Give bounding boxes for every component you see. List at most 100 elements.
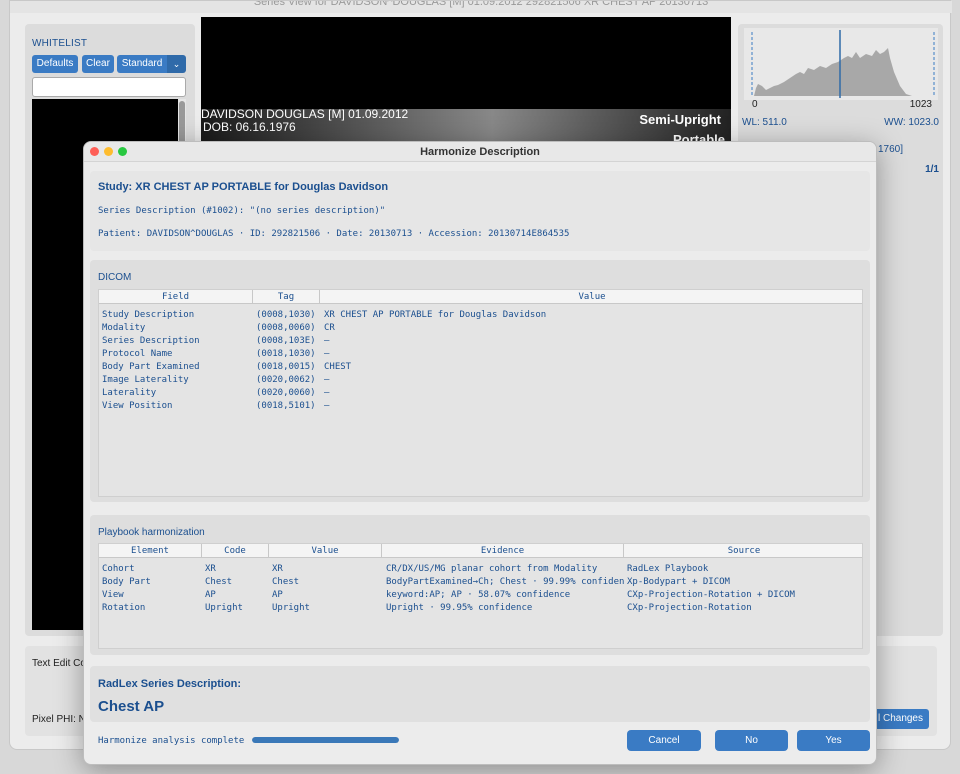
- code-cell: XR: [205, 564, 216, 574]
- table-row[interactable]: Protocol Name (0018,1030) —: [99, 348, 862, 361]
- playbook-label: Playbook harmonization: [98, 527, 205, 538]
- table-row[interactable]: Body Part Examined (0018,0015) CHEST: [99, 361, 862, 374]
- source-cell: RadLex Playbook: [627, 564, 709, 574]
- radlex-section: RadLex Series Description: Chest AP: [90, 666, 870, 722]
- maximize-icon[interactable]: [118, 147, 127, 156]
- field-cell: Laterality: [102, 388, 157, 398]
- tag-cell: (0018,1030): [256, 349, 316, 359]
- series-description: Series Description (#1002): "(no series …: [98, 206, 386, 216]
- table-row[interactable]: Study Description (0008,1030) XR CHEST A…: [99, 309, 862, 322]
- column-header[interactable]: Tag: [253, 290, 320, 304]
- harmonize-dialog: Harmonize Description Study: XR CHEST AP…: [83, 141, 877, 765]
- tag-cell: (0008,1030): [256, 310, 316, 320]
- pixel-phi-label: Pixel PHI: N: [32, 714, 86, 725]
- overlay-semi-upright: Semi-Upright: [639, 112, 721, 127]
- field-cell: Modality: [102, 323, 146, 333]
- value-cell: Chest: [272, 577, 300, 587]
- column-header[interactable]: Source: [624, 544, 864, 558]
- source-cell: CXp-Projection-Rotation + DICOM: [627, 590, 795, 600]
- progress-fill: [252, 737, 399, 743]
- cancel-button[interactable]: Cancel: [627, 730, 701, 751]
- table-header: Element Code Value Evidence Source: [99, 544, 862, 558]
- evidence-cell: keyword:AP; AP · 58.07% confidence: [386, 590, 571, 600]
- window-level-value: WL: 511.0: [742, 117, 787, 128]
- tag-cell: (0008,103E): [256, 336, 316, 346]
- tag-cell: (0018,0015): [256, 362, 316, 372]
- study-section: Study: XR CHEST AP PORTABLE for Douglas …: [90, 171, 870, 251]
- whitelist-input[interactable]: [32, 77, 186, 97]
- tag-cell: (0008,0060): [256, 323, 316, 333]
- element-cell: Cohort: [102, 564, 135, 574]
- tag-cell: (0020,0062): [256, 375, 316, 385]
- window-width-value: WW: 1023.0: [884, 117, 939, 128]
- frame-counter: 1/1: [925, 164, 939, 175]
- minimize-icon[interactable]: [104, 147, 113, 156]
- dicom-section: DICOM Field Tag Value Study Description …: [90, 260, 870, 502]
- close-icon[interactable]: [90, 147, 99, 156]
- field-cell: Study Description: [102, 310, 195, 320]
- histogram-min: 0: [752, 99, 758, 110]
- value-cell: —: [324, 388, 330, 398]
- table-row[interactable]: View AP AP keyword:AP; AP · 58.07% confi…: [99, 589, 862, 602]
- table-row[interactable]: View Position (0018,5101) —: [99, 400, 862, 413]
- table-row[interactable]: Modality (0008,0060) CR: [99, 322, 862, 335]
- code-cell: AP: [205, 590, 216, 600]
- table-row[interactable]: Cohort XR XR CR/DX/US/MG planar cohort f…: [99, 563, 862, 576]
- column-header[interactable]: Value: [320, 290, 864, 304]
- evidence-cell: CR/DX/US/MG planar cohort from Modality: [386, 564, 598, 574]
- clear-button[interactable]: Clear: [82, 55, 114, 73]
- element-cell: Rotation: [102, 603, 146, 613]
- field-cell: View Position: [102, 401, 173, 411]
- value-cell: —: [324, 375, 330, 385]
- value-cell: XR CHEST AP PORTABLE for Douglas Davidso…: [324, 310, 547, 320]
- playbook-section: Playbook harmonization Element Code Valu…: [90, 515, 870, 655]
- table-row[interactable]: Laterality (0020,0060) —: [99, 387, 862, 400]
- table-row[interactable]: Rotation Upright Upright Upright · 99.95…: [99, 602, 862, 615]
- image-viewer[interactable]: DAVIDSON DOUGLAS [M] 01.09.2012 DOB: 06.…: [201, 17, 731, 147]
- value-cell: CHEST: [324, 362, 352, 372]
- histogram[interactable]: 0 1023: [744, 28, 938, 110]
- column-header[interactable]: Value: [269, 544, 382, 558]
- table-row[interactable]: Body Part Chest Chest BodyPartExamined→C…: [99, 576, 862, 589]
- table-row[interactable]: Series Description (0008,103E) —: [99, 335, 862, 348]
- column-header[interactable]: Code: [202, 544, 269, 558]
- radlex-value: Chest AP: [98, 698, 165, 715]
- value-cell: —: [324, 401, 330, 411]
- dialog-title: Harmonize Description: [84, 142, 876, 162]
- value-cell: —: [324, 349, 330, 359]
- element-cell: Body Part: [102, 577, 151, 587]
- evidence-cell: BodyPartExamined→Ch; Chest · 99.99% conf…: [386, 577, 624, 587]
- study-title: Study: XR CHEST AP PORTABLE for Douglas …: [98, 181, 389, 193]
- yes-button[interactable]: Yes: [797, 730, 870, 751]
- column-header[interactable]: Evidence: [382, 544, 624, 558]
- standard-select[interactable]: Standard: [117, 55, 167, 73]
- chevron-down-icon[interactable]: ⌄: [167, 55, 186, 73]
- overlay-patient-name: DAVIDSON DOUGLAS [M] 01.09.2012: [201, 107, 409, 121]
- text-edit-label: Text Edit Co: [32, 658, 86, 669]
- value-cell: —: [324, 336, 330, 346]
- field-cell: Image Laterality: [102, 375, 189, 385]
- defaults-button[interactable]: Defaults: [32, 55, 78, 73]
- element-cell: View: [102, 590, 124, 600]
- dicom-table[interactable]: Field Tag Value Study Description (0008,…: [98, 289, 863, 497]
- field-cell: Body Part Examined: [102, 362, 200, 372]
- tag-cell: (0018,5101): [256, 401, 316, 411]
- dicom-label: DICOM: [98, 272, 132, 283]
- value-cell: Upright: [272, 603, 310, 613]
- table-header: Field Tag Value: [99, 290, 862, 304]
- playbook-table[interactable]: Element Code Value Evidence Source Cohor…: [98, 543, 863, 649]
- whitelist-title: WHITELIST: [32, 38, 88, 49]
- source-cell: CXp-Projection-Rotation: [627, 603, 752, 613]
- column-header[interactable]: Field: [99, 290, 253, 304]
- patient-info: Patient: DAVIDSON^DOUGLAS · ID: 29282150…: [98, 229, 570, 239]
- column-header[interactable]: Element: [99, 544, 202, 558]
- progress-bar: [252, 737, 399, 743]
- tag-cell: (0020,0060): [256, 388, 316, 398]
- histogram-graph: [751, 30, 935, 98]
- table-row[interactable]: Image Laterality (0020,0062) —: [99, 374, 862, 387]
- window-title: Series View for DAVIDSON^DOUGLAS [M] 01.…: [10, 1, 952, 13]
- evidence-cell: Upright · 99.95% confidence: [386, 603, 533, 613]
- code-cell: Chest: [205, 577, 233, 587]
- radlex-label: RadLex Series Description:: [98, 678, 242, 690]
- no-button[interactable]: No: [715, 730, 788, 751]
